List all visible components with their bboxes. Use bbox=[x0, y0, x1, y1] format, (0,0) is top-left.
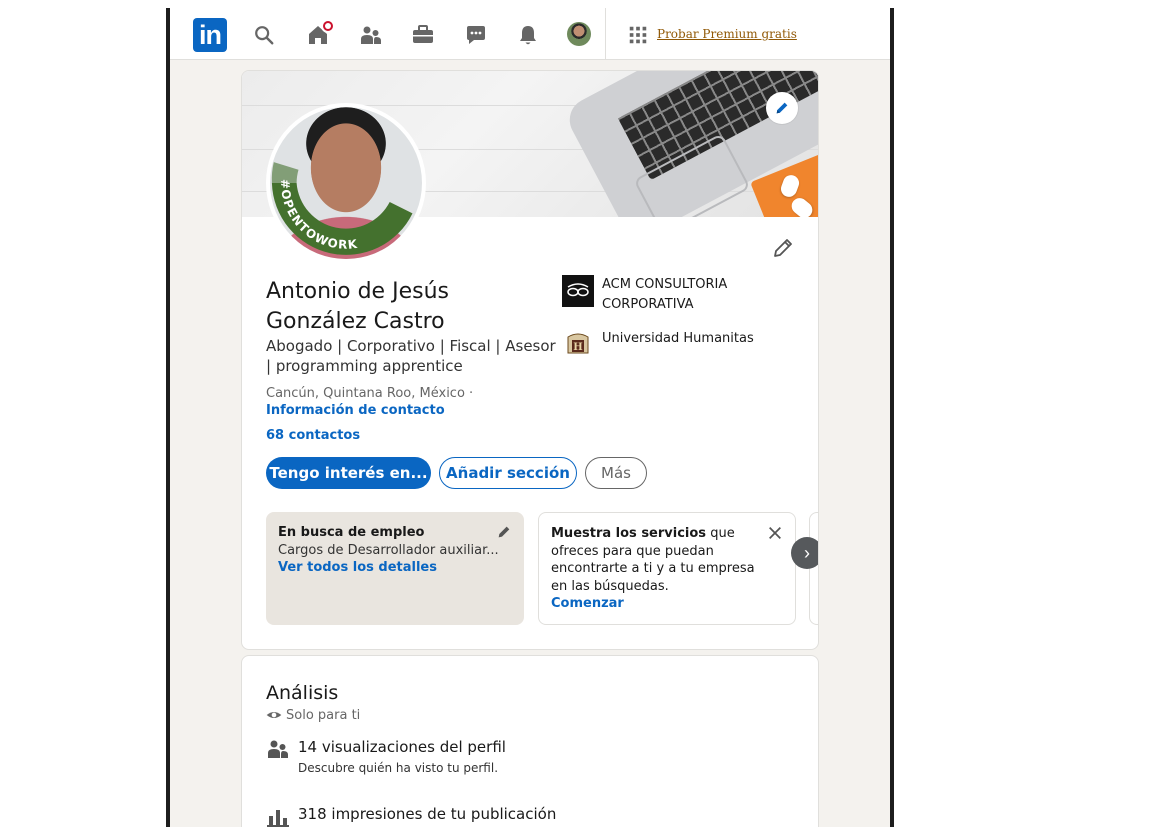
more-button[interactable]: Más bbox=[585, 457, 647, 489]
org-current-company[interactable]: ACM CONSULTORIA CORPORATIVA bbox=[562, 275, 762, 315]
private-label: Solo para ti bbox=[286, 707, 361, 723]
linkedin-logo[interactable]: in bbox=[193, 18, 227, 52]
carousel-next-button[interactable]: › bbox=[791, 537, 818, 569]
analytics-item-title: 318 impresiones de tu publicación bbox=[298, 805, 557, 823]
analytics-private-note: Solo para ti bbox=[266, 707, 360, 723]
acm-logo bbox=[562, 275, 594, 307]
profile-views-item[interactable]: 14 visualizaciones del perfil Descubre q… bbox=[266, 737, 506, 775]
people-icon bbox=[268, 740, 288, 758]
analytics-item-title: 14 visualizaciones del perfil bbox=[298, 738, 506, 756]
org-education[interactable]: H Universidad Humanitas bbox=[562, 329, 762, 361]
home-icon[interactable] bbox=[305, 19, 335, 48]
university-logo: H bbox=[562, 329, 594, 361]
browser-viewport: in Probar Premium gratis #OPENTOWORK Ant… bbox=[166, 8, 894, 827]
pencil-icon[interactable] bbox=[496, 524, 512, 540]
profile-highlights-carousel: En busca de empleo Cargos de Desarrollad… bbox=[266, 512, 818, 625]
pencil-icon bbox=[776, 102, 788, 114]
analytics-item-subtitle: Descubre quién ha visto tu perfil. bbox=[298, 761, 499, 775]
connections-link[interactable]: 68 contactos bbox=[266, 428, 360, 443]
messaging-icon[interactable] bbox=[463, 22, 489, 48]
edit-intro-button[interactable] bbox=[771, 236, 795, 260]
top-nav: in Probar Premium gratis bbox=[170, 8, 890, 60]
tile-title: En busca de empleo bbox=[278, 525, 425, 540]
open-to-work-tile[interactable]: En busca de empleo Cargos de Desarrollad… bbox=[266, 512, 524, 625]
bar-chart-icon bbox=[267, 810, 289, 827]
analytics-card: Análisis Solo para ti 14 visualizaciones… bbox=[241, 655, 819, 827]
svg-text:#OPENTOWORK: #OPENTOWORK bbox=[278, 179, 359, 252]
add-section-button[interactable]: Añadir sección bbox=[439, 457, 577, 489]
grid-icon[interactable] bbox=[625, 22, 651, 48]
close-icon[interactable] bbox=[767, 525, 783, 541]
org-name: Universidad Humanitas bbox=[602, 331, 754, 346]
profile-name: Antonio de Jesús González Castro bbox=[266, 279, 449, 334]
bell-icon[interactable] bbox=[515, 22, 541, 48]
profile-photo[interactable]: #OPENTOWORK bbox=[266, 103, 426, 263]
search-icon[interactable] bbox=[251, 22, 277, 48]
open-to-work-label: #OPENTOWORK bbox=[278, 179, 358, 252]
get-started-link[interactable]: Comenzar bbox=[551, 595, 783, 613]
edit-banner-button[interactable] bbox=[766, 92, 798, 124]
profile-headline: Abogado | Corporativo | Fiscal | Asesor … bbox=[266, 337, 556, 375]
profile-card: #OPENTOWORK Antonio de Jesús González Ca… bbox=[241, 70, 819, 650]
tile-title: Muestra los servicios bbox=[551, 526, 707, 541]
profile-location: Cancún, Quintana Roo, México · bbox=[266, 386, 474, 401]
premium-trial-link[interactable]: Probar Premium gratis bbox=[657, 27, 797, 41]
network-icon[interactable] bbox=[358, 22, 384, 48]
me-avatar[interactable] bbox=[567, 22, 591, 46]
svg-text:H: H bbox=[573, 342, 582, 353]
eye-icon bbox=[266, 712, 282, 718]
post-impressions-item[interactable]: 318 impresiones de tu publicación bbox=[266, 804, 556, 827]
open-to-button[interactable]: Tengo interés en... bbox=[266, 457, 431, 489]
contact-info-link[interactable]: Información de contacto bbox=[266, 403, 445, 418]
org-name: ACM CONSULTORIA CORPORATIVA bbox=[602, 277, 728, 312]
notification-badge bbox=[321, 19, 335, 33]
analytics-title: Análisis bbox=[266, 682, 339, 704]
open-to-work-frame: #OPENTOWORK bbox=[271, 162, 413, 255]
jobs-icon[interactable] bbox=[410, 22, 436, 48]
services-tile[interactable]: Muestra los servicios que ofreces para q… bbox=[538, 512, 796, 625]
tile-detail: Cargos de Desarrollador auxiliar... bbox=[278, 542, 499, 558]
pencil-icon bbox=[774, 239, 792, 257]
nav-divider bbox=[605, 8, 606, 60]
see-all-details-link[interactable]: Ver todos los detalles bbox=[278, 559, 512, 577]
